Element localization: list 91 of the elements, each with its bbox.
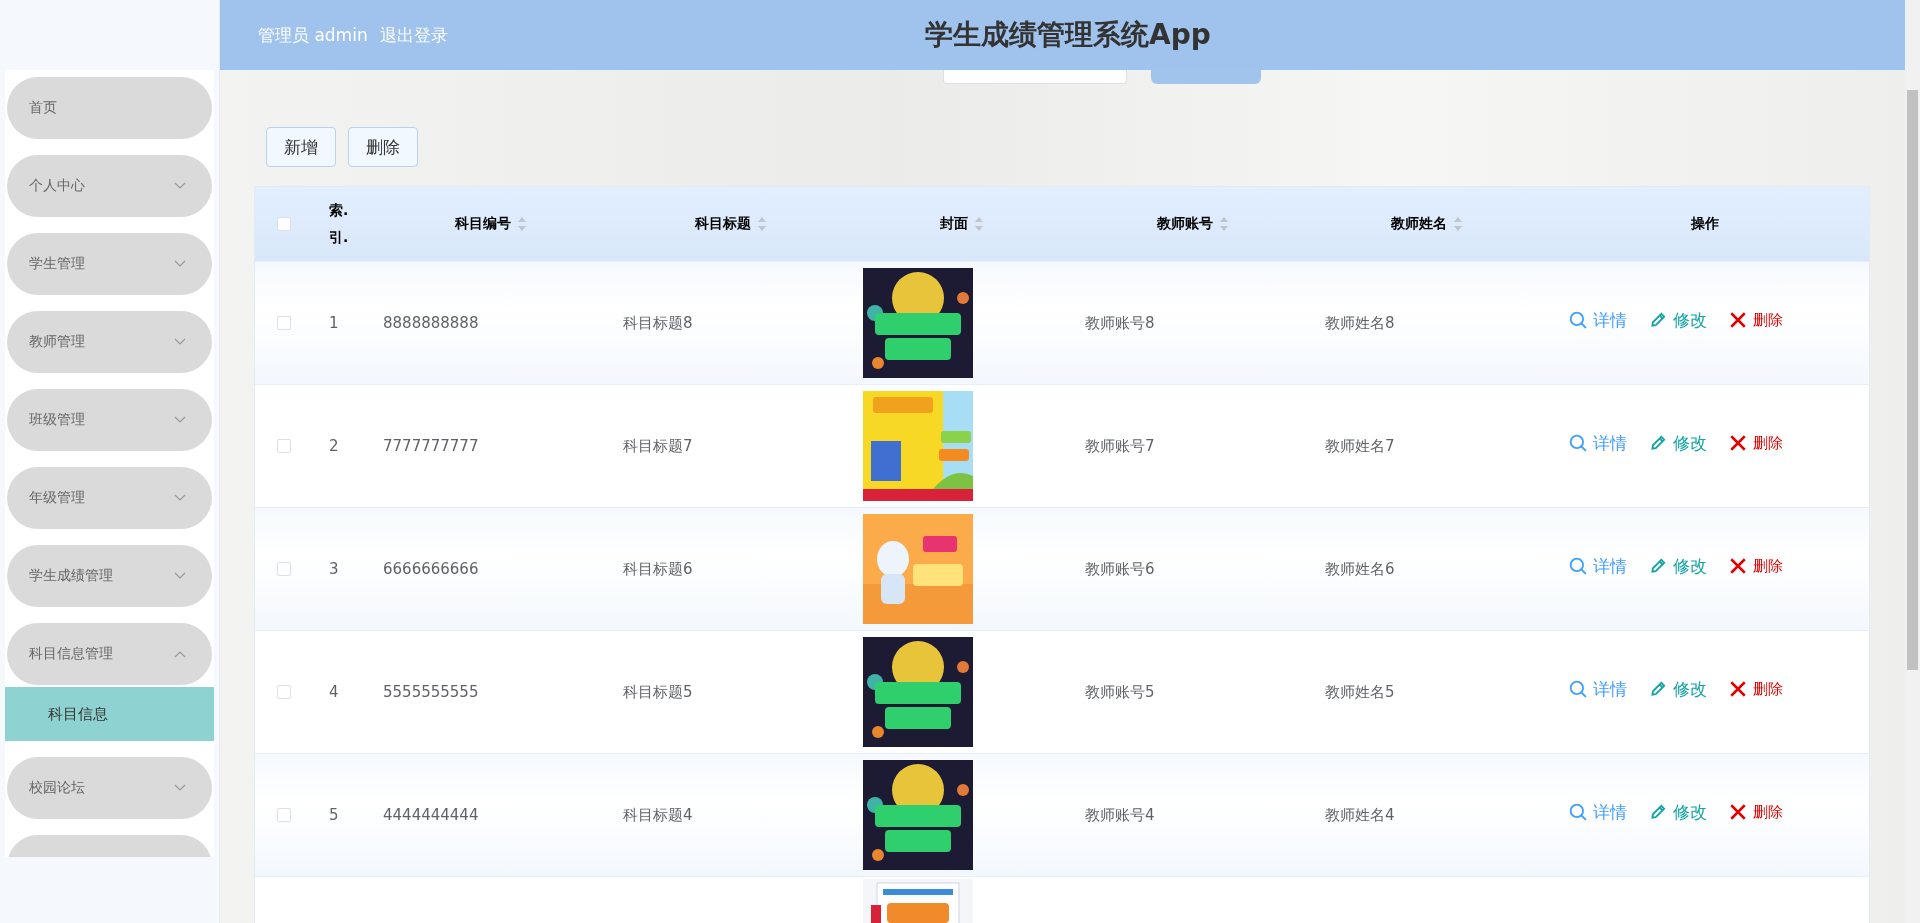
sidebar-item[interactable]: 学生管理 bbox=[7, 233, 212, 295]
table-cell: 3 bbox=[329, 560, 339, 578]
table-cell: 科目标题6 bbox=[623, 559, 693, 579]
app-title: 学生成绩管理系统App bbox=[925, 17, 1211, 53]
checkbox[interactable] bbox=[277, 316, 291, 330]
table-cell: 5555555555 bbox=[383, 683, 479, 701]
checkbox[interactable] bbox=[277, 562, 291, 576]
close-icon bbox=[1729, 311, 1747, 329]
view-link[interactable]: 详情 bbox=[1569, 431, 1627, 455]
table-cell: 4444444444 bbox=[383, 806, 479, 824]
edit-link[interactable]: 修改 bbox=[1649, 431, 1707, 455]
submenu-item[interactable]: 科目信息 bbox=[5, 687, 214, 741]
search-icon bbox=[1569, 680, 1587, 698]
close-icon bbox=[1729, 434, 1747, 452]
table-cell: 教师账号8 bbox=[1085, 313, 1155, 333]
table-cell: 2 bbox=[329, 437, 339, 455]
table-cell: 教师姓名4 bbox=[1325, 805, 1395, 825]
edit-link[interactable]: 修改 bbox=[1649, 677, 1707, 701]
table-cell: 教师账号4 bbox=[1085, 805, 1155, 825]
table-cell: 科目标题7 bbox=[623, 436, 693, 456]
checkbox[interactable] bbox=[277, 217, 291, 231]
checkbox[interactable] bbox=[277, 685, 291, 699]
table-cell: 6666666666 bbox=[383, 560, 479, 578]
close-icon bbox=[1729, 680, 1747, 698]
sort-icon[interactable] bbox=[517, 216, 527, 232]
view-link[interactable]: 详情 bbox=[1569, 800, 1627, 824]
search-icon bbox=[1569, 803, 1587, 821]
user-label: 管理员 admin bbox=[258, 23, 368, 47]
sidebar-item[interactable]: 个人中心 bbox=[7, 155, 212, 217]
edit-link[interactable]: 修改 bbox=[1649, 554, 1707, 578]
sort-icon[interactable] bbox=[1219, 216, 1229, 232]
sidebar-item[interactable]: 科目信息管理 bbox=[7, 623, 212, 685]
scrollbar[interactable] bbox=[1905, 0, 1920, 923]
pencil-icon bbox=[1649, 557, 1667, 575]
close-icon bbox=[1729, 557, 1747, 575]
table-cell: 教师账号7 bbox=[1085, 436, 1155, 456]
table-cell: 科目标题8 bbox=[623, 313, 693, 333]
column-header: 科目编号 bbox=[455, 215, 511, 233]
sidebar-item[interactable]: 年级管理 bbox=[7, 467, 212, 529]
delete-link[interactable]: 删除 bbox=[1729, 433, 1783, 453]
edit-link[interactable]: 修改 bbox=[1649, 308, 1707, 332]
sort-icon[interactable] bbox=[1453, 216, 1463, 232]
sidebar-item[interactable]: 教师管理 bbox=[7, 311, 212, 373]
pencil-icon bbox=[1649, 311, 1667, 329]
column-header: 教师账号 bbox=[1157, 215, 1213, 233]
search-field[interactable] bbox=[943, 70, 1127, 84]
search-icon bbox=[1569, 311, 1587, 329]
sort-icon[interactable] bbox=[757, 216, 767, 232]
delete-link[interactable]: 删除 bbox=[1729, 556, 1783, 576]
edit-link[interactable]: 修改 bbox=[1649, 800, 1707, 824]
table-cell: 教师姓名5 bbox=[1325, 682, 1395, 702]
column-header: 索.引. bbox=[329, 201, 350, 247]
table-cell: 教师账号6 bbox=[1085, 559, 1155, 579]
sidebar-item[interactable]: 班级管理 bbox=[7, 389, 212, 451]
table-cell: 教师姓名6 bbox=[1325, 559, 1395, 579]
view-link[interactable]: 详情 bbox=[1569, 677, 1627, 701]
pencil-icon bbox=[1649, 680, 1667, 698]
delete-link[interactable]: 删除 bbox=[1729, 802, 1783, 822]
add-button[interactable]: 新增 bbox=[266, 127, 336, 167]
sort-icon[interactable] bbox=[974, 216, 984, 232]
pencil-icon bbox=[1649, 434, 1667, 452]
table-cell: 4 bbox=[329, 683, 339, 701]
table-cell: 科目标题5 bbox=[623, 682, 693, 702]
table-cell: 教师账号5 bbox=[1085, 682, 1155, 702]
view-link[interactable]: 详情 bbox=[1569, 308, 1627, 332]
table-cell: 科目标题4 bbox=[623, 805, 693, 825]
delete-button[interactable]: 删除 bbox=[348, 127, 418, 167]
close-icon bbox=[1729, 803, 1747, 821]
search-button[interactable] bbox=[1151, 70, 1261, 84]
checkbox[interactable] bbox=[277, 439, 291, 453]
sidebar-item[interactable]: 校园论坛 bbox=[7, 757, 212, 819]
pencil-icon bbox=[1649, 803, 1667, 821]
table-cell: 7777777777 bbox=[383, 437, 479, 455]
table-cell: 8888888888 bbox=[383, 314, 479, 332]
sidebar-item[interactable]: 学生成绩管理 bbox=[7, 545, 212, 607]
column-header: 操作 bbox=[1691, 215, 1719, 233]
delete-link[interactable]: 删除 bbox=[1729, 310, 1783, 330]
delete-link[interactable]: 删除 bbox=[1729, 679, 1783, 699]
scrollbar-thumb[interactable] bbox=[1907, 90, 1918, 670]
table-cell: 5 bbox=[329, 806, 339, 824]
search-icon bbox=[1569, 557, 1587, 575]
table-cell: 教师姓名7 bbox=[1325, 436, 1395, 456]
table-cell: 1 bbox=[329, 314, 339, 332]
checkbox[interactable] bbox=[277, 808, 291, 822]
column-header: 封面 bbox=[940, 215, 968, 233]
sidebar-item[interactable]: 首页 bbox=[7, 77, 212, 139]
column-header: 科目标题 bbox=[695, 215, 751, 233]
view-link[interactable]: 详情 bbox=[1569, 554, 1627, 578]
search-icon bbox=[1569, 434, 1587, 452]
column-header: 教师姓名 bbox=[1391, 215, 1447, 233]
table-cell: 教师姓名8 bbox=[1325, 313, 1395, 333]
